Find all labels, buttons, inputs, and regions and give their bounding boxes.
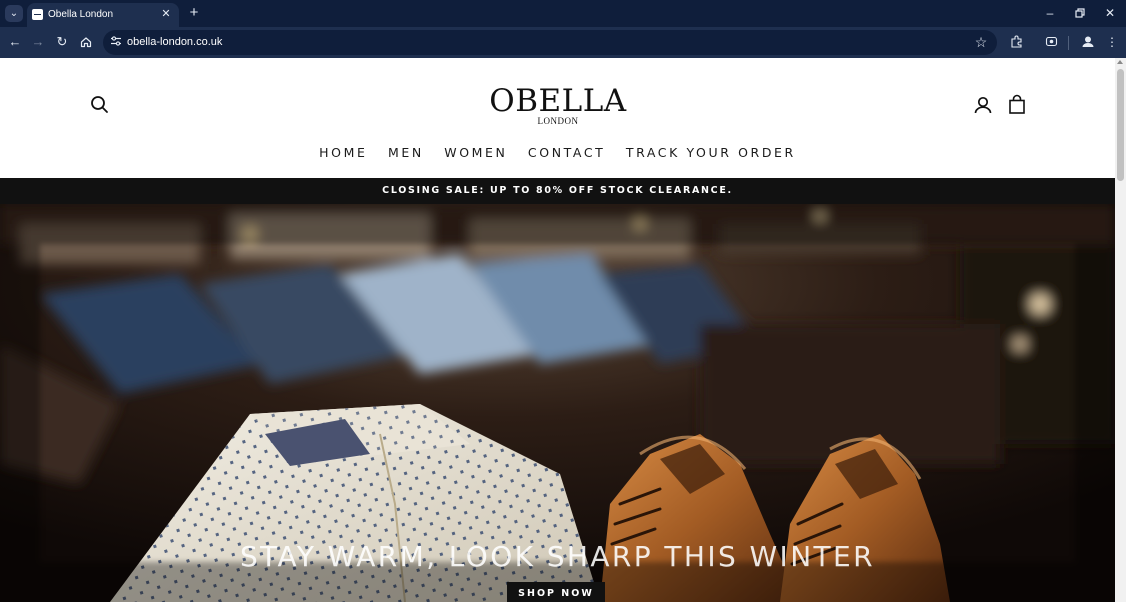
logo-subtitle: LONDON <box>537 116 579 126</box>
shop-now-button[interactable]: SHOP NOW <box>507 582 605 602</box>
tab-title: Obella London <box>48 9 114 20</box>
page-scrollbar[interactable] <box>1115 58 1126 602</box>
forward-icon[interactable]: → <box>29 33 47 51</box>
cart-bag-icon[interactable] <box>1006 94 1028 116</box>
browser-tabstrip: ⌄ Obella London ✕ + – ✕ <box>0 0 1126 27</box>
site-logo[interactable]: OBELLA LONDON <box>458 85 658 126</box>
home-icon[interactable] <box>77 33 95 51</box>
extensions-icon[interactable] <box>1007 33 1025 51</box>
url-text[interactable]: obella-london.co.uk <box>127 36 222 48</box>
profile-icon[interactable] <box>1078 32 1098 52</box>
account-icon[interactable] <box>972 94 994 116</box>
minimize-icon[interactable]: – <box>1035 0 1065 27</box>
tab-search-icon[interactable]: ⌄ <box>5 5 23 22</box>
menu-kebab-icon[interactable]: ⋮ <box>1103 33 1121 51</box>
toolbar-divider <box>1068 36 1069 50</box>
hero-banner: STAY WARM, LOOK SHARP THIS WINTER SHOP N… <box>0 204 1115 602</box>
nav-contact[interactable]: CONTACT <box>528 145 605 160</box>
main-navigation: HOME MEN WOMEN CONTACT TRACK YOUR ORDER <box>0 144 1115 162</box>
site-header: OBELLA LONDON HOME MEN WOMEN CONTACT TRA… <box>0 58 1115 178</box>
back-icon[interactable]: ← <box>6 33 24 51</box>
new-tab-icon[interactable]: + <box>186 5 202 21</box>
browser-tab[interactable]: Obella London ✕ <box>27 3 179 27</box>
nav-women[interactable]: WOMEN <box>444 145 507 160</box>
bookmark-star-icon[interactable]: ☆ <box>973 34 989 50</box>
nav-home[interactable]: HOME <box>319 145 367 160</box>
scroll-up-arrow-icon[interactable] <box>1117 60 1123 64</box>
search-icon[interactable] <box>89 94 111 116</box>
browser-toolbar: ← → ↻ obella-london.co.uk ☆ ⋮ <box>0 27 1126 58</box>
restore-icon[interactable] <box>1065 0 1095 27</box>
logo-brand: OBELLA <box>489 83 627 119</box>
address-bar[interactable]: obella-london.co.uk ☆ <box>103 30 997 55</box>
screenshot-icon[interactable] <box>1042 33 1060 51</box>
announcement-bar: CLOSING SALE: UP TO 80% OFF STOCK CLEARA… <box>0 178 1115 204</box>
hero-title: STAY WARM, LOOK SHARP THIS WINTER <box>239 540 875 573</box>
favicon-icon <box>32 9 43 20</box>
nav-men[interactable]: MEN <box>388 145 424 160</box>
reload-icon[interactable]: ↻ <box>53 33 71 51</box>
close-window-icon[interactable]: ✕ <box>1095 0 1125 27</box>
scrollbar-thumb[interactable] <box>1117 69 1124 181</box>
site-info-icon[interactable] <box>109 35 123 49</box>
close-icon[interactable]: ✕ <box>159 7 173 21</box>
nav-track-order[interactable]: TRACK YOUR ORDER <box>626 145 796 160</box>
web-page: OBELLA LONDON HOME MEN WOMEN CONTACT TRA… <box>0 58 1115 602</box>
